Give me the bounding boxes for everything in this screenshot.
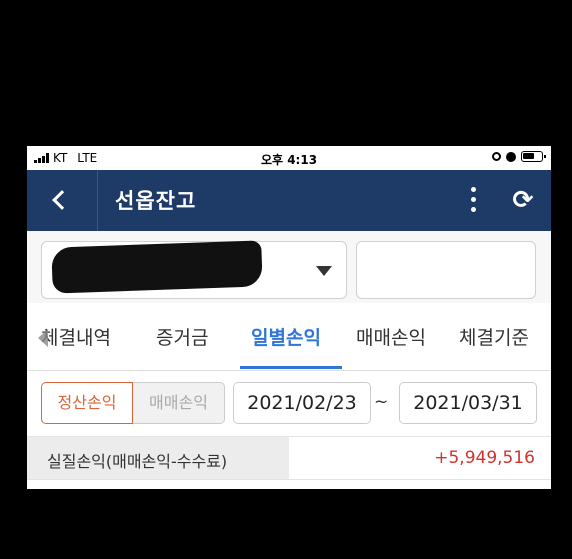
refresh-icon[interactable]: ⟳ bbox=[508, 184, 538, 216]
summary-value: +5,949,516 bbox=[434, 448, 535, 468]
settlement-pnl-toggle[interactable]: 정산손익 bbox=[41, 382, 133, 424]
status-bar: KT LTE 오후 4:13 bbox=[27, 146, 551, 170]
status-time: 오후 4:13 bbox=[260, 153, 318, 167]
chevron-left-icon[interactable] bbox=[38, 329, 48, 347]
password-field[interactable] bbox=[356, 241, 536, 299]
title-bar: 선옵잔고 ⟳ bbox=[27, 170, 551, 231]
summary-label: 실질손익(매매손익-수수료) bbox=[47, 452, 228, 471]
status-right bbox=[492, 151, 546, 162]
start-date-field[interactable]: 2021/02/23 bbox=[233, 382, 371, 424]
more-menu-icon[interactable] bbox=[462, 183, 486, 217]
account-row: 14 bbox=[27, 231, 551, 303]
title-divider bbox=[97, 170, 98, 231]
tab-bar: 체결내역 증거금 일별손익 매매손익 체결기준 bbox=[27, 303, 551, 371]
tab-daily-pnl[interactable]: 일별손익 bbox=[251, 323, 321, 350]
end-date-field[interactable]: 2021/03/31 bbox=[399, 382, 537, 424]
account-select[interactable]: 14 bbox=[41, 240, 347, 299]
app-screen: KT LTE 오후 4:13 선옵잔고 ⟳ 14 체결내역 증거금 일별손 bbox=[27, 146, 551, 489]
tab-execution-basis[interactable]: 체결기준 bbox=[459, 323, 529, 350]
back-icon[interactable] bbox=[46, 182, 76, 218]
tab-trading-pnl[interactable]: 매매손익 bbox=[356, 323, 426, 350]
tab-execution-history[interactable]: 체결내역 bbox=[41, 323, 111, 350]
chevron-down-icon bbox=[316, 266, 332, 276]
redaction-mark bbox=[51, 240, 263, 294]
page-title: 선옵잔고 bbox=[115, 189, 197, 213]
summary-label-cell: 실질손익(매매손익-수수료) bbox=[27, 437, 289, 479]
trading-pnl-toggle[interactable]: 매매손익 bbox=[133, 382, 225, 424]
rotation-lock-icon bbox=[492, 152, 501, 161]
tab-margin[interactable]: 증거금 bbox=[156, 323, 208, 350]
active-tab-indicator bbox=[240, 366, 342, 369]
filter-row: 정산손익 매매손익 2021/02/23 ~ 2021/03/31 bbox=[27, 372, 551, 434]
battery-icon bbox=[521, 151, 546, 162]
summary-row: 실질손익(매매손익-수수료) +5,949,516 bbox=[27, 436, 551, 480]
alarm-icon bbox=[506, 151, 516, 162]
date-separator: ~ bbox=[374, 392, 389, 412]
